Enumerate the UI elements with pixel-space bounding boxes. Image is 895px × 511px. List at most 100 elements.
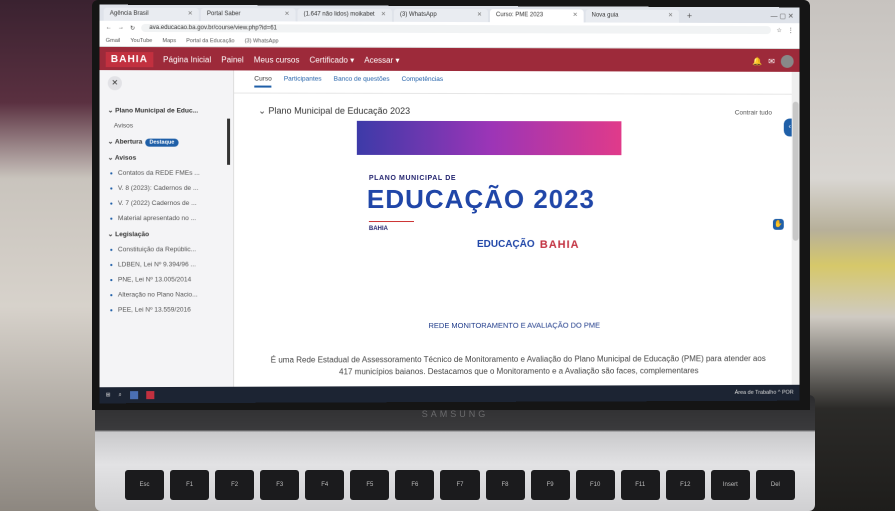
browser-tab[interactable]: (1.647 não lidos) moikabet ✕ [297,8,392,22]
site-navbar: BAHIA Página Inicial Painel Meus cursos … [99,46,800,73]
bell-icon[interactable]: 🔔 [753,56,763,65]
close-icon[interactable]: ✕ [381,9,386,22]
nav-item[interactable]: Painel [221,55,243,64]
collapse-all-link[interactable]: Contrair tudo [735,110,772,117]
sidebar-item[interactable]: ⌄ Avisos [100,150,233,166]
sidebar-item[interactable]: ⌄ Abertura Destaque [100,134,233,150]
key: F7 [440,470,480,500]
site-logo[interactable]: BAHIA [105,51,153,67]
browser-tab[interactable]: Agência Brasil ✕ [103,7,199,22]
reload-icon[interactable]: ↻ [130,24,135,31]
key: F2 [215,470,255,500]
menu-icon[interactable]: ⋮ [788,27,794,34]
app-icon[interactable] [145,391,155,400]
page-scrollbar[interactable] [791,71,800,385]
sidebar-item[interactable]: ⌄ Legislação [100,226,233,242]
key: F10 [575,470,615,500]
key: F1 [170,470,210,500]
scrollbar-thumb[interactable] [792,101,799,241]
course-content: Curso Participantes Banco de questões Co… [234,70,796,387]
browser-tab-bar: Agência Brasil ✕ Portal Saber ✕ (1.647 não… [99,4,800,24]
bookmark-item[interactable]: Gmail [106,37,121,43]
nav-item[interactable]: Meus cursos [254,55,300,64]
system-tray[interactable]: Área de Trabalho ^ POR [735,390,794,396]
nav-item[interactable]: Página Inicial [163,55,211,64]
tab-label: Curso: PME 2023 [495,12,544,19]
bookmark-item[interactable]: YouTube [130,37,152,43]
tab-label: Agência Brasil [109,10,149,17]
app-icon[interactable] [129,391,138,400]
nav-item[interactable]: Certificado ▾ [310,55,355,64]
avatar[interactable] [780,54,794,68]
rede-heading: REDE MONITORAMENTO E AVALIAÇÃO DO PME [428,320,601,331]
tab-label: (1.647 não lidos) moikabet [303,11,375,18]
bookmark-item[interactable]: Portal da Educação [186,38,234,44]
keyboard-row: Esc F1 F2 F3 F4 F5 F6 F7 F8 F9 F10 F11 F… [125,470,795,500]
brand-label: SAMSUNG [421,409,489,419]
bookmark-item[interactable]: Maps [162,38,176,44]
sidebar-item[interactable]: PEE, Lei Nº 13.559/2016 [100,302,233,317]
course-tabs: Curso Participantes Banco de questões Co… [234,70,792,95]
close-icon[interactable]: ✕ [188,8,193,21]
sidebar-item[interactable]: Avisos [100,118,233,133]
new-tab-button[interactable]: + [681,10,698,23]
sidebar-item[interactable]: PNE, Lei Nº 13.005/2014 [100,272,233,287]
sidebar-item[interactable]: Alteração no Plano Nacio... [100,287,233,302]
sidebar-item[interactable]: Contatos da REDE FMEs ... [100,166,233,181]
close-icon[interactable]: ✕ [668,10,673,23]
tab-participants[interactable]: Participantes [284,76,322,88]
nav-user-area: 🔔 ✉ [753,54,794,68]
forward-icon[interactable]: → [118,25,124,31]
status-badge: Destaque [145,138,179,147]
education-logo: EDUCAÇÃO [476,238,535,250]
browser-tab[interactable]: Nova guia ✕ [585,9,679,23]
sidebar-item[interactable]: V. 7 (2022) Cadernos de ... [100,196,233,211]
key: F3 [260,470,300,500]
accessibility-icon[interactable]: ✋ [772,218,784,230]
sidebar-scrollbar[interactable] [227,118,231,165]
key: F4 [305,470,345,500]
key: F9 [530,470,570,500]
chat-icon[interactable]: ✉ [768,56,775,65]
browser-tab[interactable]: Portal Saber ✕ [200,8,296,22]
banner-state: BAHIA [368,226,388,233]
close-sidebar-button[interactable]: ✕ [107,76,122,91]
close-icon[interactable]: ✕ [284,8,289,21]
sidebar-item[interactable]: V. 8 (2023): Cadernos de ... [100,181,233,196]
window-controls[interactable]: — ▢ ✕ [771,10,800,23]
banner-title: EDUCAÇÃO 2023 [366,183,595,215]
tab-question-bank[interactable]: Banco de questões [334,76,390,88]
laptop-screen: Agência Brasil ✕ Portal Saber ✕ (1.647 não… [99,4,800,404]
tab-label: Nova guia [591,12,619,19]
close-icon[interactable]: ✕ [573,9,578,22]
sidebar-item[interactable]: Constituição da Repúblic... [100,242,233,257]
browser-tab[interactable]: (3) WhatsApp ✕ [393,8,488,23]
banner-divider [368,221,414,223]
sidebar-item-label: Abertura [114,138,143,146]
browser-tab-active[interactable]: Curso: PME 2023 ✕ [489,9,584,23]
tab-label: (3) WhatsApp [399,11,437,18]
laptop-body: SAMSUNG Esc F1 F2 F3 F4 F5 F6 F7 F8 F9 F… [95,395,815,511]
search-icon[interactable]: ⌕ [119,392,122,399]
course-index-sidebar: ✕ ⌄ Plano Municipal de Educ... Avisos ⌄ … [99,70,235,388]
tab-course[interactable]: Curso [254,75,272,88]
sidebar-item[interactable]: ⌄ Plano Municipal de Educ... [100,102,233,118]
bookmark-item[interactable]: (3) WhatsApp [245,38,279,44]
key: Del [755,470,795,500]
close-icon[interactable]: ✕ [477,9,482,22]
nav-item[interactable]: Acessar ▾ [364,55,399,64]
key: F12 [665,470,705,500]
start-icon[interactable]: ⊞ [106,392,111,398]
star-icon[interactable]: ☆ [777,27,782,34]
key: F8 [485,470,525,500]
back-icon[interactable]: ← [106,25,112,31]
key: F5 [350,470,390,500]
sidebar-item[interactable]: Material apresentado no ... [100,211,233,226]
sidebar-item[interactable]: LDBEN, Lei Nº 9.394/96 ... [100,257,233,272]
banner-gradient [356,120,622,156]
url-input[interactable]: ava.educacao.ba.gov.br/course/view.php?i… [141,23,771,35]
tab-competencies[interactable]: Competências [402,76,444,88]
windows-taskbar: ⊞ ⌕ Área de Trabalho ^ POR [99,384,800,404]
sidebar-item-label: Plano Municipal de Educ... [115,107,199,115]
sidebar-item-label: Avisos [114,154,137,162]
